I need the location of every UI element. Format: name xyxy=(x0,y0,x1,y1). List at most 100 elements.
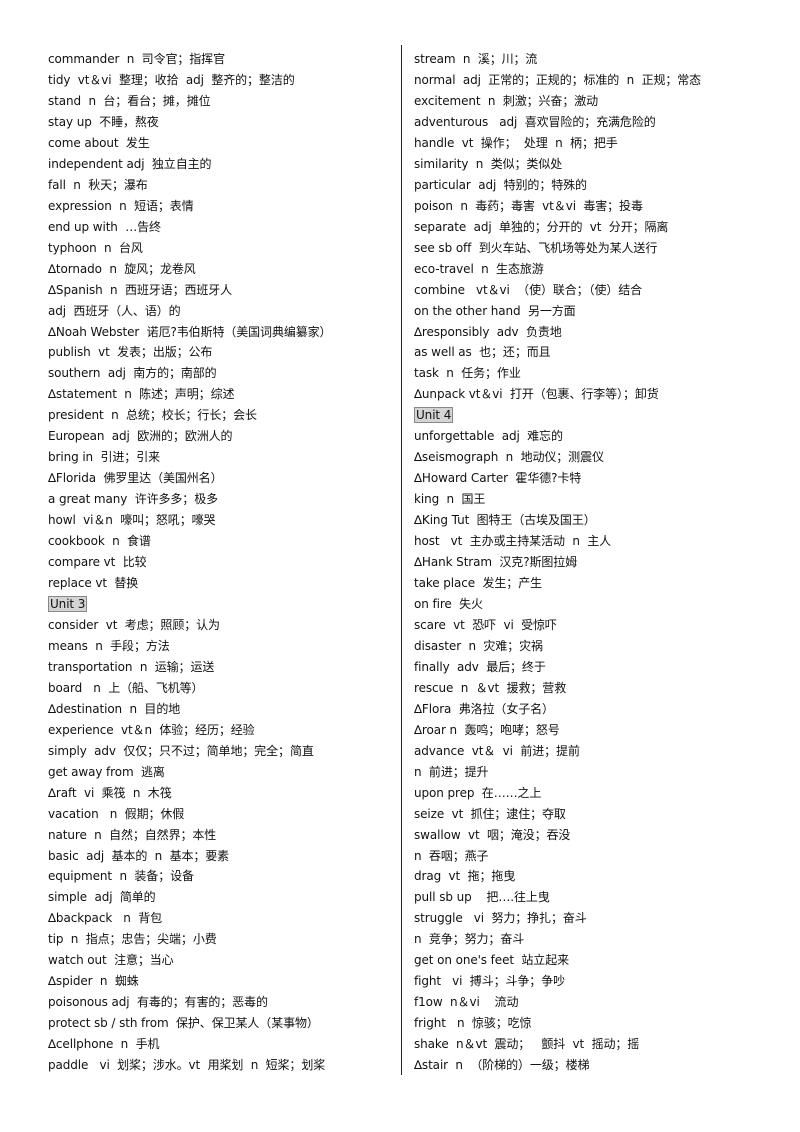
vocab-entry-text: adventurous adj 喜欢冒险的；充满危险的 xyxy=(414,114,656,129)
vocab-entry-text: board n 上（船、飞机等） xyxy=(48,680,204,695)
vocab-entry: ∆roar n 轰鸣；咆哮；怒号 xyxy=(414,722,560,738)
vocab-entry: ∆unpack vt＆vi 打开（包裹、行李等）；卸货 xyxy=(414,386,659,402)
vocab-entry-text: unforgettable adj 难忘的 xyxy=(414,429,563,444)
vocab-entry: nature n 自然；自然界；本性 xyxy=(48,827,216,843)
vocab-entry-text: experience vt＆n 体验；经历；经验 xyxy=(48,722,255,737)
vocab-entry: transportation n 运输；运送 xyxy=(48,659,214,675)
unit-header-label: Unit 3 xyxy=(48,596,88,612)
vocab-entry-text: consider vt 考虑；照顾；认为 xyxy=(48,617,220,632)
vocab-entry: ∆cellphone n 手机 xyxy=(48,1036,160,1052)
vocab-entry-text: take place 发生；产生 xyxy=(414,576,542,590)
vocab-entry-text: ∆cellphone n 手机 xyxy=(48,1037,160,1052)
vocab-entry-text: means n 手段；方法 xyxy=(48,638,170,653)
vocab-entry-text: n 竞争；努力；奋斗 xyxy=(414,932,525,947)
vocab-entry: f1ow n＆vi 流动 xyxy=(414,994,518,1010)
vocab-entry: task n 任务；作业 xyxy=(414,365,521,381)
vocab-entry: seize vt 抓住；逮住；夺取 xyxy=(414,806,566,822)
vocab-entry: fight vi 搏斗；斗争；争吵 xyxy=(414,973,565,989)
vocab-entry-text: ∆Florida 佛罗里达（美国州名） xyxy=(48,471,223,486)
vocab-entry-text: ∆seismograph n 地动仪；测震仪 xyxy=(414,450,604,465)
vocab-entry: means n 手段；方法 xyxy=(48,638,170,654)
vocab-entry-text: stay up 不睡，熬夜 xyxy=(48,114,159,129)
vocab-entry: equipment n 装备；设备 xyxy=(48,868,194,884)
vocab-entry: come about 发生 xyxy=(48,135,150,151)
vocab-entry: advance vt＆ vi 前进；提前 xyxy=(414,743,580,759)
vocab-entry: ∆Flora 弗洛拉（女子名） xyxy=(414,701,554,717)
vocab-entry-text: eco-travel n 生态旅游 xyxy=(414,261,544,276)
vocab-entry-text: struggle vi 努力；挣扎；奋斗 xyxy=(414,911,587,926)
unit-header-label: Unit 4 xyxy=(414,407,454,424)
vocab-entry-text: equipment n 装备；设备 xyxy=(48,869,194,884)
vocab-entry-text: as well as 也；还；而且 xyxy=(414,345,551,360)
vocab-entry: ∆spider n 蜘蛛 xyxy=(48,973,139,989)
vocab-entry: pull sb up 把….往上曳 xyxy=(414,889,550,905)
vocab-entry-text: ∆raft vi 乘筏 n 木筏 xyxy=(48,785,172,800)
vocab-entry-text: handle vt 操作； 处理 n 柄；把手 xyxy=(414,135,618,150)
vocab-entry-text: pull sb up 把….往上曳 xyxy=(414,890,550,905)
vocab-entry: fall n 秋天；瀑布 xyxy=(48,177,148,193)
vocab-entry: struggle vi 努力；挣扎；奋斗 xyxy=(414,910,587,926)
vocab-entry-text: transportation n 运输；运送 xyxy=(48,659,215,674)
vocab-entry-text: ∆stair n （阶梯的）一级；楼梯 xyxy=(414,1058,590,1073)
vocab-entry: paddle vi 划桨；涉水。vt 用桨划 n 短桨；划桨 xyxy=(48,1057,325,1073)
vocab-entry-text: disaster n 灾难；灾祸 xyxy=(414,638,543,653)
vocab-entry: drag vt 拖；拖曳 xyxy=(414,868,515,884)
vocab-entry-text: normal adj 正常的；正规的；标准的 n 正规；常态 xyxy=(414,73,702,87)
vocab-entry: watch out 注意；当心 xyxy=(48,952,174,968)
vocab-entry: ∆Howard Carter 霍华德?卡特 xyxy=(414,470,581,486)
vocab-entry-text: tip n 指点；忠告；尖端；小费 xyxy=(48,932,217,947)
vocab-entry-text: paddle vi 划桨；涉水。vt 用桨划 n 短桨；划桨 xyxy=(48,1058,326,1073)
vocab-entry: replace vt 替换 xyxy=(48,575,138,591)
vocab-entry: independent adj 独立自主的 xyxy=(48,156,212,172)
vocab-entry: on fire 失火 xyxy=(414,596,483,612)
vocab-entry: simply adv 仅仅；只不过；简单地；完全；简直 xyxy=(48,743,314,759)
vocab-entry: ∆stair n （阶梯的）一级；楼梯 xyxy=(414,1057,589,1073)
vocab-entry-text: swallow vt 咽；淹没；吞没 xyxy=(414,827,571,842)
vocab-entry: ∆raft vi 乘筏 n 木筏 xyxy=(48,785,172,801)
vocab-entry: tip n 指点；忠告；尖端；小费 xyxy=(48,931,217,947)
vocab-entry: tidy vt＆vi 整理；收拾 adj 整齐的；整洁的 xyxy=(48,72,295,88)
vocab-entry-text: get away from 逃离 xyxy=(48,764,165,779)
column-divider xyxy=(401,45,402,1075)
vocab-entry: normal adj 正常的；正规的；标准的 n 正规；常态 xyxy=(414,72,701,88)
vocab-entry-text: ∆Hank Stram 汉克?斯图拉姆 xyxy=(414,555,578,569)
vocab-entry: eco-travel n 生态旅游 xyxy=(414,261,544,277)
vocab-entry: bring in 引进；引来 xyxy=(48,449,160,465)
vocab-entry: king n 国王 xyxy=(414,491,485,507)
vocab-entry: n 吞咽；燕子 xyxy=(414,848,489,864)
vocab-entry-text: ∆Noah Webster 诺厄?韦伯斯特（美国词典编纂家） xyxy=(48,324,332,339)
vocab-entry: swallow vt 咽；淹没；吞没 xyxy=(414,827,570,843)
vocab-entry: upon prep 在……之上 xyxy=(414,785,541,801)
vocab-entry-text: n 吞咽；燕子 xyxy=(414,848,489,863)
vocab-entry-text: on the other hand 另一方面 xyxy=(414,303,576,318)
unit-header: Unit 3 xyxy=(48,596,88,612)
vocab-entry: ∆seismograph n 地动仪；测震仪 xyxy=(414,449,604,465)
vocab-entry-text: ∆backpack n 背包 xyxy=(48,911,163,926)
vocab-entry: similarity n 类似；类似处 xyxy=(414,156,562,172)
vocab-entry-text: host vt 主办或主持某活动 n 主人 xyxy=(414,534,612,549)
vocab-entry: separate adj 单独的；分开的 vt 分开；隔离 xyxy=(414,219,668,235)
vocab-entry-text: end up with …告终 xyxy=(48,219,161,234)
vocab-entry-text: f1ow n＆vi 流动 xyxy=(414,995,519,1010)
vocab-entry-text: rescue n ＆vt 援救；营救 xyxy=(414,680,567,695)
vocab-entry: ∆backpack n 背包 xyxy=(48,910,162,926)
vocab-entry: president n 总统；校长；行长；会长 xyxy=(48,407,257,423)
vocab-entry-text: president n 总统；校长；行长；会长 xyxy=(48,408,257,423)
unit-header: Unit 4 xyxy=(414,407,454,424)
vocab-entry: excitement n 刺激；兴奋；激动 xyxy=(414,93,598,109)
vocab-entry: fright n 惊骇；吃惊 xyxy=(414,1015,532,1031)
vocab-entry: handle vt 操作； 处理 n 柄；把手 xyxy=(414,135,618,151)
vocab-entry-text: excitement n 刺激；兴奋；激动 xyxy=(414,93,599,108)
vocab-entry-text: advance vt＆ vi 前进；提前 xyxy=(414,743,580,758)
vocab-entry: adj 西班牙（人、语）的 xyxy=(48,303,181,319)
vocab-entry-text: fall n 秋天；瀑布 xyxy=(48,177,148,192)
vocab-entry: poisonous adj 有毒的；有害的；恶毒的 xyxy=(48,994,268,1010)
vocab-entry-text: on fire 失火 xyxy=(414,597,483,611)
vocab-entry-text: typhoon n 台风 xyxy=(48,240,143,255)
vocab-entry-text: see sb off 到火车站、飞机场等处为某人送行 xyxy=(414,240,658,255)
vocab-entry: ∆Florida 佛罗里达（美国州名） xyxy=(48,470,223,486)
vocab-entry-text: ∆Spanish n 西班牙语；西班牙人 xyxy=(48,282,233,297)
vocab-entry-text: poison n 毒药；毒害 vt＆vi 毒害；投毒 xyxy=(414,198,643,213)
vocab-entry: unforgettable adj 难忘的 xyxy=(414,428,563,444)
vocab-entry-text: ∆responsibly adv 负责地 xyxy=(414,324,562,339)
